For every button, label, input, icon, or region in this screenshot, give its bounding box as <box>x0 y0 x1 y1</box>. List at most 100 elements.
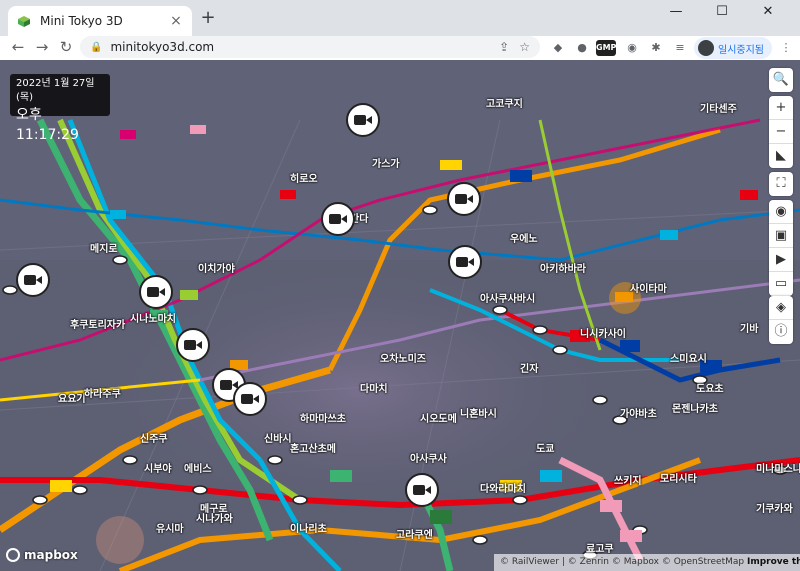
station-label[interactable]: 에비스 <box>184 460 212 475</box>
station-label[interactable]: 도요초 <box>696 380 724 395</box>
station-label[interactable]: 니혼바시 <box>460 405 497 420</box>
station-label[interactable]: 시부야 <box>144 460 172 475</box>
station-label[interactable]: 히로오 <box>290 170 318 185</box>
station-label[interactable]: 기쿠카와 <box>756 500 793 515</box>
station-label[interactable]: 시나노마치 <box>130 310 176 325</box>
attribution-railviewer[interactable]: © RailViewer <box>500 557 559 567</box>
eye-icon[interactable]: ◉ <box>769 200 793 224</box>
video-camera-icon <box>147 287 165 297</box>
zoom-in-button[interactable]: + <box>769 96 793 120</box>
profile-button[interactable]: 일시중지됨 <box>694 37 772 59</box>
video-camera-icon <box>329 214 347 224</box>
camera-marker[interactable] <box>346 103 380 137</box>
clock-date: 2022년 1월 27일 (목) <box>16 78 95 103</box>
station-label[interactable]: 모리시타 <box>660 470 697 485</box>
station-label[interactable]: 요요기 <box>58 390 86 405</box>
address-bar[interactable]: 🔒 minitokyo3d.com ⇪ ☆ <box>80 36 540 58</box>
station-label[interactable]: 유시마 <box>156 520 184 535</box>
chrome-menu-icon[interactable]: ⋮ <box>776 38 796 58</box>
minimize-button[interactable]: — <box>654 0 698 24</box>
tab-bar: Mini Tokyo 3D × + — ☐ ✕ <box>0 0 800 36</box>
camera-marker[interactable] <box>233 382 267 416</box>
puzzle-extensions-icon[interactable]: ✱ <box>646 38 666 58</box>
station-label[interactable]: 스미요시 <box>670 350 707 365</box>
station-label[interactable]: 이치가야 <box>198 260 235 275</box>
station-label[interactable]: 신바시 <box>264 430 292 445</box>
station-label[interactable]: 아사쿠사 <box>410 450 447 465</box>
train-icon[interactable]: ▣ <box>769 224 793 248</box>
bookmark-star-icon[interactable]: ☆ <box>519 40 530 54</box>
attribution-osm[interactable]: © OpenStreetMap <box>662 557 744 567</box>
station-label[interactable]: 다마치 <box>360 380 388 395</box>
clock-panel: 2022년 1월 27일 (목) 오후 11:17:29 <box>10 74 110 143</box>
station-label[interactable]: 미나미스나마치 <box>756 460 800 475</box>
lock-icon[interactable]: 🔒 <box>90 42 102 53</box>
camera-marker[interactable] <box>176 328 210 362</box>
station-label[interactable]: 료고쿠 <box>586 540 614 555</box>
forward-button[interactable]: → <box>30 36 54 60</box>
attribution-mapbox[interactable]: © Mapbox <box>612 557 659 567</box>
mapbox-logo[interactable]: mapbox <box>6 548 78 562</box>
station-label[interactable]: 쓰키지 <box>614 472 642 487</box>
map-canvas[interactable]: 후쿠토리자카 히로오 가스가 사이타마 아사쿠사바시 이치가야 시나노마치 메지… <box>0 60 800 571</box>
camera-extension-icon[interactable]: ◉ <box>622 38 642 58</box>
station-label[interactable]: 도쿄 <box>536 440 554 455</box>
station-label[interactable]: 이나리초 <box>290 520 327 535</box>
station-label[interactable]: 몬젠나카초 <box>672 400 718 415</box>
camera-marker[interactable] <box>447 182 481 216</box>
reload-button[interactable]: ↻ <box>54 36 78 60</box>
close-window-button[interactable]: ✕ <box>746 0 790 24</box>
play-icon[interactable]: ▶ <box>769 248 793 272</box>
attribution-zenrin[interactable]: © Zenrin <box>568 557 609 567</box>
search-icon[interactable]: 🔍 <box>769 68 793 92</box>
url-text[interactable]: minitokyo3d.com <box>110 40 489 54</box>
compass-icon[interactable]: ◣ <box>769 144 793 168</box>
station-label[interactable]: 고코쿠지 <box>486 95 523 110</box>
station-label[interactable]: 우에노 <box>510 230 538 245</box>
layers-icon[interactable]: ◈ <box>769 296 793 320</box>
tab-mini-tokyo-3d[interactable]: Mini Tokyo 3D × <box>8 6 192 36</box>
layers-control: ◈ ⓘ <box>769 296 793 344</box>
gmp-extension-icon[interactable]: GMP <box>596 40 616 56</box>
improve-map-link[interactable]: Improve this map <box>747 557 800 567</box>
station-label[interactable]: 하마마쓰초 <box>300 410 346 425</box>
station-label[interactable]: 메지로 <box>90 240 118 255</box>
station-label[interactable]: 고라쿠엔 <box>396 526 433 541</box>
extension-1-icon[interactable]: ◆ <box>548 38 568 58</box>
station-label[interactable]: 가스가 <box>372 155 400 170</box>
station-label[interactable]: 기타센주 <box>700 100 737 115</box>
station-label[interactable]: 오차노미즈 <box>380 350 426 365</box>
station-label[interactable]: 다와라마치 <box>480 480 526 495</box>
station-label[interactable]: 니시카사이 <box>580 325 626 340</box>
share-icon[interactable]: ⇪ <box>499 40 509 54</box>
camera-marker[interactable] <box>448 245 482 279</box>
camera-marker[interactable] <box>321 202 355 236</box>
camera-marker[interactable] <box>139 275 173 309</box>
info-icon[interactable]: ⓘ <box>769 320 793 344</box>
browser-toolbar: ← → ↻ 🔒 minitokyo3d.com ⇪ ☆ ◆ ● GMP ◉ ✱ … <box>0 36 800 60</box>
station-label[interactable]: 혼고산초메 <box>290 440 336 455</box>
station-label[interactable]: 신주쿠 <box>140 430 168 445</box>
back-button[interactable]: ← <box>6 36 30 60</box>
camera-marker[interactable] <box>405 473 439 507</box>
zoom-out-button[interactable]: − <box>769 120 793 144</box>
close-tab-icon[interactable]: × <box>168 13 184 29</box>
station-label[interactable]: 후쿠토리자카 <box>70 316 125 331</box>
station-label[interactable]: 가야바초 <box>620 405 657 420</box>
station-label[interactable]: 긴자 <box>520 360 538 375</box>
mapbox-text: mapbox <box>24 548 78 562</box>
new-tab-button[interactable]: + <box>198 8 218 28</box>
camera-marker[interactable] <box>16 263 50 297</box>
fullscreen-icon[interactable]: ⛶ <box>769 172 793 196</box>
extension-2-icon[interactable]: ● <box>572 38 592 58</box>
station-label[interactable]: 아사쿠사바시 <box>480 290 535 305</box>
station-label[interactable]: 사이타마 <box>630 280 667 295</box>
station-label[interactable]: 하라주쿠 <box>84 385 121 400</box>
station-label[interactable]: 시나가와 <box>196 510 233 525</box>
station-label[interactable]: 시오도메 <box>420 410 457 425</box>
reading-list-icon[interactable]: ≡ <box>670 38 690 58</box>
station-label[interactable]: 아키하바라 <box>540 260 586 275</box>
maximize-button[interactable]: ☐ <box>700 0 744 24</box>
battery-icon[interactable]: ▭ <box>769 272 793 296</box>
station-label[interactable]: 기바 <box>740 320 758 335</box>
